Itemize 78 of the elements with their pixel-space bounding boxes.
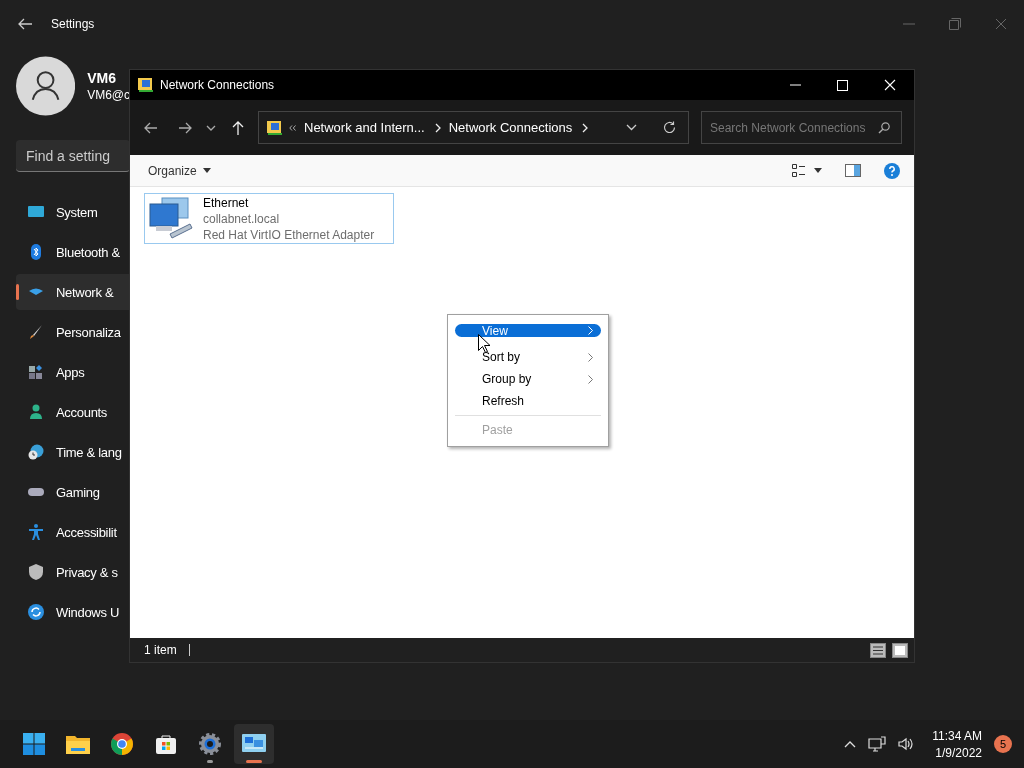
menu-item[interactable]: Group by xyxy=(455,368,601,390)
menu-item[interactable]: Refresh xyxy=(455,390,601,412)
address-bar[interactable]: Network and Intern... Network Connections xyxy=(258,111,689,144)
clock-time[interactable]: 11:34 AM xyxy=(932,728,982,743)
chevron-right-icon xyxy=(588,374,593,384)
bluetooth-icon xyxy=(28,244,44,260)
breadcrumb-item[interactable]: Network Connections xyxy=(448,120,573,135)
update-icon xyxy=(28,604,44,620)
network-icon[interactable] xyxy=(868,736,887,752)
search-icon xyxy=(878,122,890,134)
up-icon[interactable] xyxy=(232,120,244,135)
caret-icon[interactable] xyxy=(814,168,822,173)
apps-icon xyxy=(28,364,44,380)
user-email: VM6@c xyxy=(87,88,130,102)
nav-item[interactable]: Apps xyxy=(16,354,130,390)
connection-name: Ethernet xyxy=(203,194,250,211)
details-view-icon[interactable] xyxy=(870,642,886,658)
nav-item[interactable]: Time & lang xyxy=(16,434,130,470)
forward-icon[interactable] xyxy=(178,121,192,134)
chevron-right-icon xyxy=(588,326,593,335)
nav-item[interactable]: Windows U xyxy=(16,594,130,630)
search-field[interactable]: Search Network Connections xyxy=(701,111,902,144)
organize-button[interactable]: Organize xyxy=(140,159,219,182)
nav-item[interactable]: Accessibilit xyxy=(16,514,130,550)
bag-icon xyxy=(155,733,177,755)
connection-domain: collabnet.local xyxy=(203,210,281,227)
restore-icon[interactable] xyxy=(949,18,961,30)
network-folder-icon xyxy=(138,77,154,93)
nav-item[interactable]: Gaming xyxy=(16,474,130,510)
monitor-icon xyxy=(28,204,44,220)
browser-icon xyxy=(111,733,133,755)
window-title: Settings xyxy=(51,17,95,31)
taskbar-button[interactable] xyxy=(234,724,274,764)
item-count: 1 item xyxy=(144,643,177,657)
chevron-right-icon[interactable] xyxy=(434,122,441,133)
back-icon[interactable] xyxy=(17,18,33,30)
clock-date[interactable]: 1/9/2022 xyxy=(935,745,982,760)
maximize-icon[interactable] xyxy=(837,79,848,91)
double-chevron-icon xyxy=(289,124,296,131)
refresh-icon[interactable] xyxy=(663,121,676,134)
window-title: Network Connections xyxy=(160,78,275,92)
accessibility-icon xyxy=(28,524,44,540)
help-icon[interactable] xyxy=(884,162,900,179)
nav-item[interactable]: Accounts xyxy=(16,394,130,430)
nav-item[interactable]: Bluetooth & xyxy=(16,234,130,270)
user-name: VM6 xyxy=(87,70,117,86)
network-computers-icon xyxy=(242,734,266,754)
clock-globe-icon xyxy=(28,444,44,460)
menu-item[interactable]: Sort by xyxy=(455,346,601,368)
person-icon xyxy=(28,404,44,420)
volume-icon[interactable] xyxy=(898,737,915,751)
breadcrumb-item[interactable]: Network and Intern... xyxy=(304,120,425,135)
chevron-down-icon[interactable] xyxy=(206,124,216,131)
preview-pane-icon[interactable] xyxy=(845,164,861,177)
caret-icon xyxy=(202,168,211,173)
back-icon[interactable] xyxy=(144,121,158,134)
view-options-icon[interactable] xyxy=(792,164,805,177)
connection-tile[interactable]: Ethernet collabnet.local Red Hat VirtIO Ethernet Adapter xyxy=(144,193,394,244)
folder-icon xyxy=(66,734,90,754)
nav-item[interactable]: Network & xyxy=(16,274,130,310)
start-icon xyxy=(23,733,45,755)
mouse-cursor-icon xyxy=(478,334,490,353)
nav-item[interactable]: System xyxy=(16,194,130,230)
chevron-right-icon[interactable] xyxy=(582,122,589,133)
notification-badge[interactable]: 5 xyxy=(994,735,1012,753)
nav-item[interactable]: Privacy & s xyxy=(16,554,130,590)
chevron-up-icon[interactable] xyxy=(844,740,857,748)
chevron-right-icon xyxy=(588,352,593,362)
search-field[interactable]: Find a setting xyxy=(16,140,130,172)
avatar-icon xyxy=(16,56,76,116)
shield-icon xyxy=(28,564,44,580)
menu-item[interactable]: View xyxy=(455,324,601,337)
tiles-view-icon[interactable] xyxy=(892,642,908,658)
adapter-name: Red Hat VirtIO Ethernet Adapter xyxy=(203,226,375,243)
network-folder-icon xyxy=(267,119,283,136)
chevron-down-icon[interactable] xyxy=(626,124,637,131)
gear-icon xyxy=(199,733,221,755)
nav-item[interactable]: Personaliza xyxy=(16,314,130,350)
